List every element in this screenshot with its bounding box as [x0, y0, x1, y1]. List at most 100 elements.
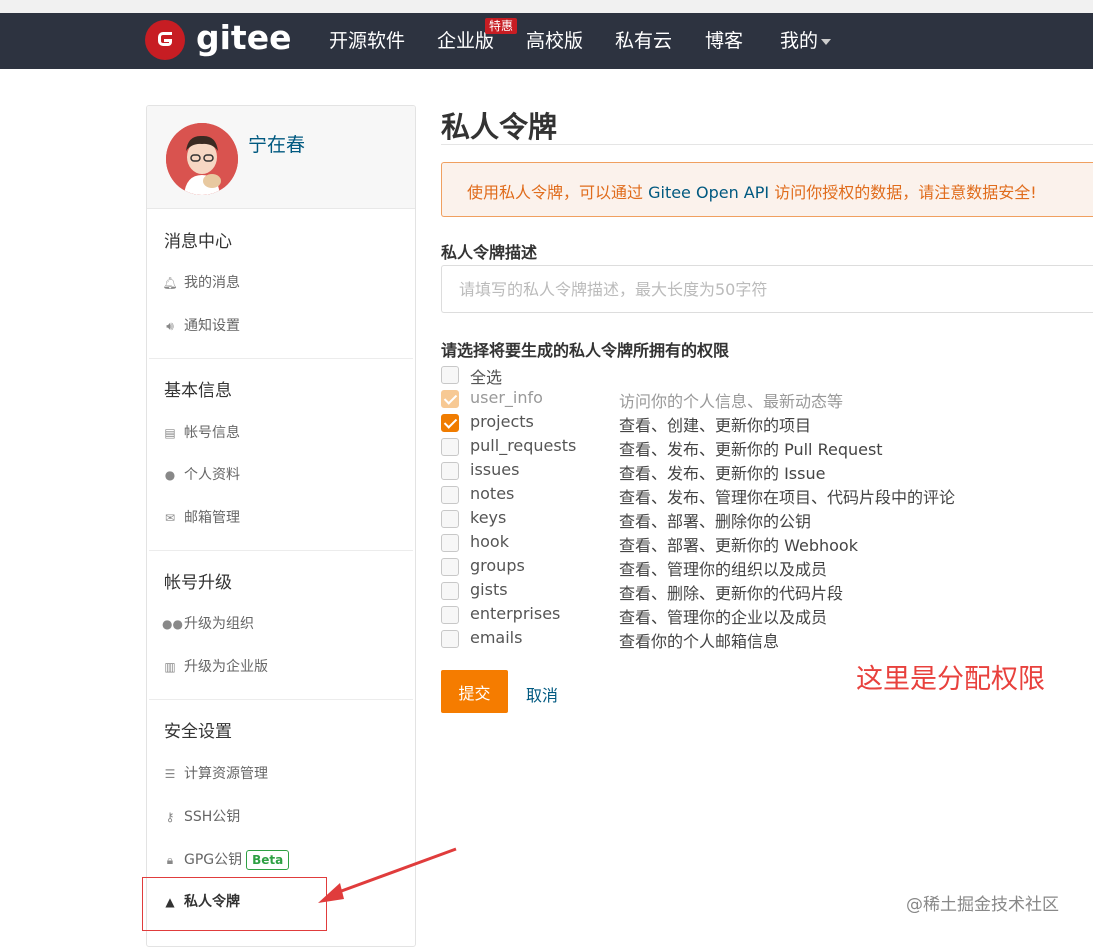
nav-blog[interactable]: 博客	[705, 28, 743, 54]
bell-icon: 🔔︎	[162, 276, 178, 290]
permission-name: notes	[470, 484, 515, 503]
nav-university[interactable]: 高校版	[526, 28, 583, 54]
security-alert: 使用私人令牌，可以通过 Gitee Open API 访问你授权的数据，请注意数…	[441, 162, 1093, 217]
permission-desc: 查看、发布、管理你在项目、代码片段中的评论	[619, 488, 956, 507]
beta-badge: Beta	[246, 850, 290, 870]
sidebar-item-notify-settings[interactable]: 🔊︎ 通知设置	[162, 315, 240, 335]
permission-desc: 查看、创建、更新你的项目	[619, 416, 812, 435]
permission-name: emails	[470, 628, 523, 647]
key-icon: ⚷	[165, 810, 175, 824]
submit-button[interactable]: 提交	[441, 670, 508, 713]
section-security: 安全设置	[164, 722, 232, 742]
permission-row-hook[interactable]: hook 查看、部署、更新你的 Webhook	[441, 532, 1041, 556]
permission-row-notes[interactable]: notes 查看、发布、管理你在项目、代码片段中的评论	[441, 484, 1041, 508]
sidebar-item-label: 通知设置	[184, 318, 240, 334]
username[interactable]: 宁在春	[248, 130, 305, 157]
section-basic-info: 基本信息	[164, 381, 232, 401]
permission-checkbox	[441, 390, 459, 408]
permission-checkbox[interactable]	[441, 414, 459, 432]
section-message-center: 消息中心	[164, 232, 232, 252]
sidebar-item-label: SSH公钥	[184, 809, 241, 825]
sidebar-item-upgrade-org[interactable]: ●●升级为组织	[162, 613, 254, 633]
sidebar-item-label: 邮箱管理	[184, 510, 240, 526]
permission-checkbox[interactable]	[441, 558, 459, 576]
permission-checkbox[interactable]	[441, 486, 459, 504]
page-title: 私人令牌	[441, 110, 558, 144]
sidebar-item-profile[interactable]: ● 个人资料	[162, 464, 240, 484]
sidebar-item-label: 升级为组织	[184, 616, 254, 632]
permission-row-groups[interactable]: groups 查看、管理你的组织以及成员	[441, 556, 1041, 580]
highlight-box	[142, 877, 327, 931]
permission-row-emails[interactable]: emails 查看你的个人邮箱信息	[441, 628, 1041, 652]
sidebar-item-gpg-keys[interactable]: 🔒︎ GPG公钥 Beta	[162, 849, 290, 870]
permission-name: issues	[470, 460, 520, 479]
annotation-note: 这里是分配权限	[856, 664, 1045, 695]
watermark: @稀土掘金技术社区	[906, 895, 1059, 915]
alert-text-before: 使用私人令牌，可以通过	[467, 183, 649, 202]
permission-name: user_info	[470, 388, 543, 407]
sidebar-item-label: GPG公钥	[184, 852, 243, 868]
permission-checkbox[interactable]	[441, 606, 459, 624]
permission-row-projects[interactable]: projects 查看、创建、更新你的项目	[441, 412, 1041, 436]
lock-icon: 🔒︎	[166, 853, 174, 867]
nav-mine[interactable]: 我的	[780, 28, 832, 54]
nav-opensource[interactable]: 开源软件	[329, 28, 405, 54]
select-all-checkbox[interactable]	[441, 366, 459, 384]
permission-name: projects	[470, 412, 534, 431]
sidebar-item-my-messages[interactable]: 🔔︎ 我的消息	[162, 272, 240, 292]
divider	[149, 358, 413, 359]
permission-row-pull-requests[interactable]: pull_requests 查看、发布、更新你的 Pull Request	[441, 436, 1041, 460]
nav-private-cloud[interactable]: 私有云	[615, 28, 672, 54]
permission-desc: 访问你的个人信息、最新动态等	[619, 392, 844, 411]
permission-desc: 查看、管理你的企业以及成员	[619, 608, 828, 627]
permission-desc: 查看、管理你的组织以及成员	[619, 560, 828, 579]
permissions-label: 请选择将要生成的私人令牌所拥有的权限	[441, 341, 730, 360]
permission-checkbox[interactable]	[441, 534, 459, 552]
permission-checkbox[interactable]	[441, 630, 459, 648]
permission-desc: 查看、部署、更新你的 Webhook	[619, 536, 858, 555]
permission-row-issues[interactable]: issues 查看、发布、更新你的 Issue	[441, 460, 1041, 484]
sidebar-item-upgrade-enterprise[interactable]: ▥ 升级为企业版	[162, 656, 268, 676]
avatar[interactable]	[166, 123, 238, 195]
users-icon: ●●	[162, 617, 183, 631]
select-all-row[interactable]: 全选	[441, 364, 1041, 388]
settings-sidebar: 宁在春 消息中心 🔔︎ 我的消息 🔊︎ 通知设置 基本信息 ▤ 帐号信息 ● 个人资料 …	[146, 105, 416, 947]
building-icon: ▥	[164, 660, 176, 674]
permission-desc: 查看你的个人邮箱信息	[619, 632, 780, 651]
sidebar-item-account-info[interactable]: ▤ 帐号信息	[162, 422, 240, 442]
token-desc-input[interactable]	[441, 265, 1093, 313]
permission-desc: 查看、发布、更新你的 Issue	[619, 464, 826, 483]
user-icon: ●	[164, 468, 176, 482]
profile-card: 宁在春	[147, 106, 415, 209]
envelope-icon: ✉	[164, 511, 176, 525]
permission-checkbox[interactable]	[441, 510, 459, 528]
permission-row-user-info[interactable]: user_info 访问你的个人信息、最新动态等	[441, 388, 1041, 412]
brand-name[interactable]: gitee	[196, 16, 291, 60]
sidebar-item-label: 帐号信息	[184, 425, 240, 441]
promo-badge: 特惠	[485, 18, 518, 34]
permission-desc: 查看、发布、更新你的 Pull Request	[619, 440, 883, 459]
permission-row-gists[interactable]: gists 查看、删除、更新你的代码片段	[441, 580, 1041, 604]
permission-checkbox[interactable]	[441, 582, 459, 600]
permission-row-keys[interactable]: keys 查看、部署、删除你的公钥	[441, 508, 1041, 532]
permission-name: pull_requests	[470, 436, 577, 455]
chevron-down-icon	[821, 38, 832, 45]
permission-name: groups	[470, 556, 525, 575]
permission-name: enterprises	[470, 604, 561, 623]
avatar-illustration	[166, 123, 238, 195]
sidebar-item-compute-resources[interactable]: ☰ 计算资源管理	[162, 763, 268, 783]
permission-desc: 查看、删除、更新你的代码片段	[619, 584, 844, 603]
cancel-link[interactable]: 取消	[526, 682, 558, 706]
permission-name: hook	[470, 532, 509, 551]
title-divider	[441, 144, 1093, 145]
volume-icon: 🔊︎	[166, 319, 174, 333]
sidebar-item-ssh-keys[interactable]: ⚷ SSH公钥	[162, 806, 241, 826]
sidebar-item-label: 个人资料	[184, 467, 240, 483]
open-api-link[interactable]: Gitee Open API	[648, 183, 769, 202]
permission-desc: 查看、部署、删除你的公钥	[619, 512, 812, 531]
sidebar-item-email-manage[interactable]: ✉ 邮箱管理	[162, 507, 240, 527]
permission-checkbox[interactable]	[441, 438, 459, 456]
permission-row-enterprises[interactable]: enterprises 查看、管理你的企业以及成员	[441, 604, 1041, 628]
select-all-label: 全选	[470, 368, 503, 387]
permission-checkbox[interactable]	[441, 462, 459, 480]
